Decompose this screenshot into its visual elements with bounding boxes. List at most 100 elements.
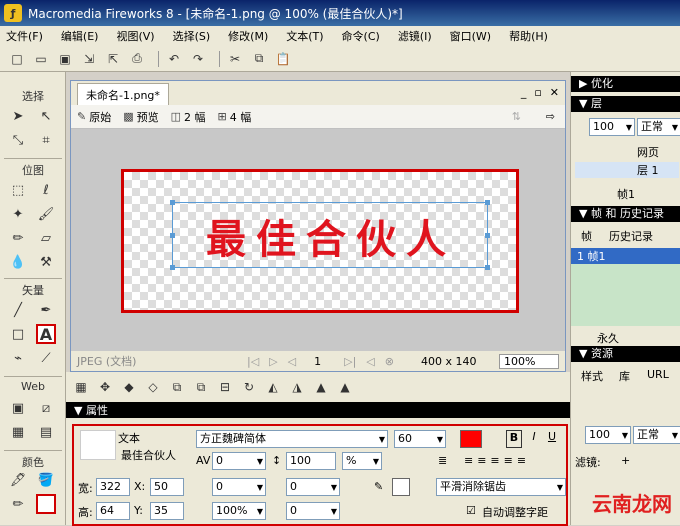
import-icon[interactable]: ⇲ bbox=[80, 50, 98, 68]
view-4up-button[interactable]: ⊞ 4 幅 bbox=[218, 109, 252, 125]
zoom-select[interactable]: 100% bbox=[499, 353, 559, 369]
underline-button[interactable]: U bbox=[544, 430, 560, 448]
add-filter-icon[interactable]: + bbox=[621, 454, 630, 467]
magic-wand-icon[interactable]: ✦ bbox=[8, 204, 28, 224]
frames-history-header[interactable]: ▼ 帧 和 历史记录 bbox=[571, 206, 680, 222]
resize-handle[interactable] bbox=[485, 200, 490, 205]
italic-button[interactable]: I bbox=[526, 430, 542, 448]
stroke-swatch[interactable] bbox=[392, 478, 410, 496]
menu-file[interactable]: 文件(F) bbox=[6, 28, 43, 44]
stroke-color-icon[interactable]: ✏ bbox=[8, 494, 28, 514]
hotspot-tool-icon[interactable]: ▣ bbox=[8, 398, 28, 418]
menu-text[interactable]: 文本(T) bbox=[286, 28, 323, 44]
resize-handle[interactable] bbox=[485, 233, 490, 238]
tab-library[interactable]: 库 bbox=[619, 368, 630, 384]
layer-row-1[interactable]: 层 1 bbox=[575, 162, 679, 178]
copy-icon[interactable]: ⧉ bbox=[250, 50, 268, 68]
subselect-tool-icon[interactable]: ↖ bbox=[36, 106, 56, 126]
resize-handle[interactable] bbox=[485, 265, 490, 270]
x-field[interactable]: 50 bbox=[150, 478, 184, 496]
font-family-select[interactable]: 方正魏碑简体 bbox=[196, 430, 388, 448]
space-before-field[interactable]: 0 bbox=[286, 478, 340, 496]
resize-handle[interactable] bbox=[170, 233, 175, 238]
text-direction-icon[interactable]: ≣ bbox=[438, 454, 447, 467]
lasso-tool-icon[interactable]: ℓ bbox=[36, 180, 56, 200]
close-icon[interactable]: ✕ bbox=[550, 86, 559, 99]
split-icon[interactable]: ◇ bbox=[144, 378, 162, 396]
menu-modify[interactable]: 修改(M) bbox=[228, 28, 268, 44]
quick-export-icon[interactable]: ⇅ bbox=[512, 110, 521, 123]
tab-url[interactable]: URL bbox=[647, 368, 669, 381]
distribute-v-icon[interactable]: ▲ bbox=[336, 378, 354, 396]
auto-kern-checkbox[interactable]: ☑ bbox=[466, 504, 476, 517]
view-original-button[interactable]: ✎ 原始 bbox=[77, 109, 111, 125]
tab-styles[interactable]: 样式 bbox=[581, 368, 603, 384]
align-icon[interactable]: ⊟ bbox=[216, 378, 234, 396]
open-folder-icon[interactable]: ▭ bbox=[32, 50, 50, 68]
canvas-size[interactable]: 400 x 140 bbox=[421, 355, 477, 368]
height-field[interactable]: 64 bbox=[96, 502, 130, 520]
minimize-icon[interactable]: _ bbox=[521, 86, 527, 99]
export-icon[interactable]: ⇱ bbox=[104, 50, 122, 68]
new-file-icon[interactable]: □ bbox=[8, 50, 26, 68]
leading-field[interactable]: 100 bbox=[286, 452, 336, 470]
cut-icon[interactable]: ✂ bbox=[226, 50, 244, 68]
send-backward-icon[interactable]: ⧉ bbox=[192, 378, 210, 396]
crop-tool-icon[interactable]: ⌗ bbox=[36, 130, 56, 150]
first-frame-icon[interactable]: |◁ bbox=[247, 355, 259, 368]
menu-view[interactable]: 视图(V) bbox=[116, 28, 154, 44]
join-icon[interactable]: ◆ bbox=[120, 378, 138, 396]
fill-color-swatch[interactable] bbox=[36, 494, 56, 514]
menu-edit[interactable]: 编辑(E) bbox=[61, 28, 99, 44]
object-name[interactable]: 最佳合伙人 bbox=[118, 448, 184, 466]
flip-vertical-icon[interactable]: ◮ bbox=[288, 378, 306, 396]
rectangle-tool-icon[interactable]: □ bbox=[8, 324, 28, 344]
pencil-tool-icon[interactable]: ✏ bbox=[8, 228, 28, 248]
view-preview-button[interactable]: ▩ 预览 bbox=[123, 109, 158, 125]
ungroup-icon[interactable]: ✥ bbox=[96, 378, 114, 396]
prev-frame-icon[interactable]: ◁ bbox=[288, 355, 296, 368]
y-field[interactable]: 35 bbox=[150, 502, 184, 520]
properties-panel-header[interactable]: ▼ 属性 bbox=[66, 402, 570, 418]
group-icon[interactable]: ▦ bbox=[72, 378, 90, 396]
text-object[interactable]: 最佳合伙人 bbox=[170, 200, 490, 270]
layer-opacity-field[interactable]: 100 bbox=[589, 118, 635, 136]
undo-icon[interactable]: ↶ bbox=[165, 50, 183, 68]
save-icon[interactable]: ▣ bbox=[56, 50, 74, 68]
scale-field[interactable]: 100% bbox=[212, 502, 266, 520]
export-options-icon[interactable]: ⇨ bbox=[546, 110, 555, 123]
space-after-field[interactable]: 0 bbox=[286, 502, 340, 520]
freeform-tool-icon[interactable]: ⌁ bbox=[8, 348, 28, 368]
print-icon[interactable]: ⎙ bbox=[128, 50, 146, 68]
flip-horizontal-icon[interactable]: ◭ bbox=[264, 378, 282, 396]
menu-help[interactable]: 帮助(H) bbox=[509, 28, 548, 44]
menu-select[interactable]: 选择(S) bbox=[173, 28, 211, 44]
next-frame-icon[interactable]: ▷| bbox=[344, 355, 356, 368]
pen-tool-icon[interactable]: ✒ bbox=[36, 300, 56, 320]
kerning-field[interactable]: 0 bbox=[212, 452, 266, 470]
last-frame-icon[interactable]: ◁ bbox=[366, 355, 374, 368]
redo-icon[interactable]: ↷ bbox=[189, 50, 207, 68]
eraser-tool-icon[interactable]: ▱ bbox=[36, 228, 56, 248]
optimize-panel-header[interactable]: ▶ 优化 bbox=[571, 76, 680, 92]
stroke-pencil-icon[interactable]: ✎ bbox=[374, 480, 383, 493]
play-icon[interactable]: ▷ bbox=[269, 355, 277, 368]
font-size-select[interactable]: 60 bbox=[394, 430, 446, 448]
pointer-tool-icon[interactable]: ➤ bbox=[8, 106, 28, 126]
frame-row[interactable]: 1 帧1 bbox=[571, 248, 680, 264]
eyedropper-tool-icon[interactable]: 🖋 bbox=[8, 470, 28, 490]
menu-commands[interactable]: 命令(C) bbox=[342, 28, 380, 44]
layers-panel-header[interactable]: ▼ 层 bbox=[571, 96, 680, 112]
indent-field[interactable]: 0 bbox=[212, 478, 266, 496]
paint-bucket-icon[interactable]: 🪣 bbox=[36, 470, 56, 490]
rubber-stamp-icon[interactable]: ⚒ bbox=[36, 252, 56, 272]
paste-icon[interactable]: 📋 bbox=[274, 50, 292, 68]
tab-frames[interactable]: 帧 bbox=[581, 228, 592, 244]
text-color-swatch[interactable] bbox=[460, 430, 482, 448]
blend-select[interactable]: 正常 bbox=[633, 426, 680, 444]
bold-button[interactable]: B bbox=[506, 430, 522, 448]
restore-icon[interactable]: ▫ bbox=[534, 86, 541, 99]
assets-header[interactable]: ▼ 资源 bbox=[571, 346, 680, 362]
text-tool-icon[interactable]: A bbox=[36, 324, 56, 344]
slice-tool-icon[interactable]: ⧄ bbox=[36, 398, 56, 418]
